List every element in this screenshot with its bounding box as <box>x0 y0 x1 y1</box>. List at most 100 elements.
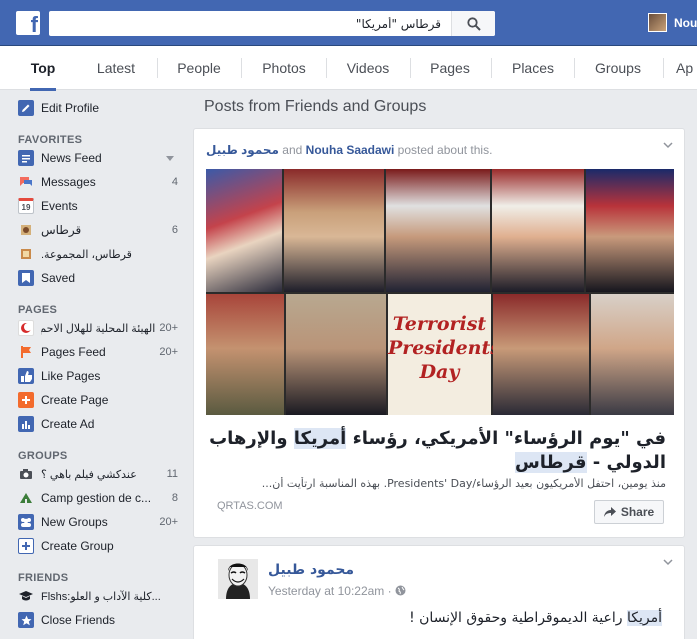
pages-heading: PAGES <box>18 304 58 316</box>
search-tabs: Top Latest People Photos Videos Pages Pl… <box>0 46 697 91</box>
portrait-image <box>206 169 282 292</box>
tab-videos[interactable]: Videos <box>334 46 402 90</box>
chevron-down-icon[interactable] <box>662 556 674 568</box>
sidebar-item-label: عندكشي فيلم باهي ؟ <box>41 468 137 481</box>
bar-chart-icon <box>18 416 34 432</box>
qirtas-count: 6 <box>171 224 178 236</box>
tab-pages[interactable]: Pages <box>418 46 482 90</box>
sidebar-item-label: Saved <box>41 271 76 285</box>
post-card: محمود طبيل Yesterday at 10:22am · أمريكا… <box>193 545 685 639</box>
portrait-image <box>492 169 584 292</box>
sidebar-item-create-page[interactable]: Create Page <box>18 390 178 410</box>
qirtas-group-icon <box>18 246 34 262</box>
caret-down-icon[interactable] <box>166 155 174 161</box>
sidebar-item-camp-gestion[interactable]: Camp gestion de c... 8 <box>18 488 178 508</box>
link-preview-image[interactable]: Terrorist Presidents' Day <box>206 169 674 415</box>
sidebar-item-flshs[interactable]: Flshs:كلية الآداب و العلو... <box>18 586 178 606</box>
search-box <box>49 11 495 36</box>
sidebar-item-film-group[interactable]: عندكشي فيلم باهي ؟ 11 <box>18 464 178 484</box>
image-caption: Terrorist Presidents' Day <box>388 313 507 383</box>
globe-icon <box>395 585 406 596</box>
portrait-image <box>286 294 386 415</box>
sidebar-item-label: Create Ad <box>41 417 95 431</box>
share-button[interactable]: Share <box>594 500 664 524</box>
facebook-logo-icon[interactable]: f <box>16 11 40 37</box>
sidebar-item-events[interactable]: 19 Events <box>18 196 178 216</box>
calendar-icon: 19 <box>18 198 34 214</box>
avatar[interactable] <box>218 559 258 599</box>
post-timestamp[interactable]: Yesterday at 10:22am · <box>268 584 406 598</box>
sidebar-item-label: Create Group <box>41 539 114 553</box>
pencil-icon <box>18 100 34 116</box>
sidebar-item-label: Events <box>41 199 78 213</box>
section-title: Posts from Friends and Groups <box>204 98 427 115</box>
messages-count: 4 <box>171 176 178 188</box>
sidebar-item-label: Messages <box>41 175 96 189</box>
top-bar: f Nouh <box>0 0 697 46</box>
tab-places[interactable]: Places <box>500 46 566 90</box>
create-group-icon <box>18 538 34 554</box>
tab-people[interactable]: People <box>164 46 234 90</box>
image-caption-panel: Terrorist Presidents' Day <box>388 294 507 415</box>
create-page-icon <box>18 392 34 408</box>
sidebar-item-saved[interactable]: Saved <box>18 268 178 288</box>
pages-feed-icon <box>18 344 34 360</box>
search-icon <box>466 16 481 31</box>
thumbs-up-icon <box>18 368 34 384</box>
sidebar-item-qirtas-group[interactable]: قرطاس، المجموعة. <box>18 244 178 264</box>
red-crescent-count: 20+ <box>159 322 178 334</box>
tab-groups[interactable]: Groups <box>584 46 652 90</box>
author-link[interactable]: محمود طبيل <box>206 143 279 157</box>
camp-icon <box>18 490 34 506</box>
news-feed-icon <box>18 150 34 166</box>
pages-feed-count: 20+ <box>159 346 178 358</box>
tab-apps[interactable]: Ap <box>676 46 697 90</box>
left-sidebar: Edit Profile FAVORITES News Feed Message… <box>0 90 192 639</box>
author-link[interactable]: Nouha Saadawi <box>306 143 395 157</box>
camp-gestion-count: 8 <box>171 492 178 504</box>
new-groups-count: 20+ <box>159 516 178 528</box>
author-link[interactable]: محمود طبيل <box>268 562 354 578</box>
sidebar-item-pages-feed[interactable]: Pages Feed 20+ <box>18 342 178 362</box>
sidebar-item-label: Like Pages <box>41 369 101 383</box>
tab-latest[interactable]: Latest <box>84 46 148 90</box>
sidebar-item-qirtas[interactable]: قرطاس 6 <box>18 220 178 240</box>
messages-icon <box>18 174 34 190</box>
favorites-heading: FAVORITES <box>18 134 83 146</box>
tab-top[interactable]: Top <box>18 46 68 91</box>
tab-photos[interactable]: Photos <box>250 46 318 90</box>
chevron-down-icon[interactable] <box>662 139 674 151</box>
link-domain: QRTAS.COM <box>217 500 283 512</box>
post-card: محمود طبيل and Nouha Saadawi posted abou… <box>193 128 685 538</box>
user-name-link[interactable]: Nouh <box>674 16 697 30</box>
sidebar-item-edit-profile[interactable]: Edit Profile <box>18 98 178 118</box>
portrait-image <box>493 294 589 415</box>
link-title[interactable]: في "يوم الرؤساء" الأمريكي، رؤساء أمريكا … <box>206 427 666 475</box>
sidebar-item-label: Create Page <box>41 393 109 407</box>
red-crescent-icon <box>18 320 34 336</box>
sidebar-item-label: Edit Profile <box>41 101 100 115</box>
portrait-image <box>586 169 674 292</box>
graduation-cap-icon <box>18 588 34 604</box>
sidebar-item-messages[interactable]: Messages 4 <box>18 172 178 192</box>
sidebar-item-label: قرطاس <box>41 223 82 237</box>
user-avatar[interactable] <box>648 13 667 32</box>
groups-icon <box>18 514 34 530</box>
sidebar-item-label: Flshs:كلية الآداب و العلو... <box>41 590 161 603</box>
sidebar-item-close-friends[interactable]: Close Friends <box>18 610 178 630</box>
sidebar-item-news-feed[interactable]: News Feed <box>18 148 178 168</box>
search-button[interactable] <box>451 11 495 36</box>
sidebar-item-label: News Feed <box>41 151 102 165</box>
sidebar-item-like-pages[interactable]: Like Pages <box>18 366 178 386</box>
qirtas-page-icon <box>18 222 34 238</box>
star-friends-icon <box>18 612 34 628</box>
sidebar-item-label: Close Friends <box>41 613 116 627</box>
camera-icon <box>18 466 34 482</box>
sidebar-item-create-ad[interactable]: Create Ad <box>18 414 178 434</box>
search-input[interactable] <box>49 11 449 36</box>
sidebar-item-create-group[interactable]: Create Group <box>18 536 178 556</box>
portrait-image <box>284 169 384 292</box>
sidebar-item-new-groups[interactable]: New Groups 20+ <box>18 512 178 532</box>
sidebar-item-red-crescent[interactable]: الهيئة المحلية للهلال الاحم 20+ <box>18 318 178 338</box>
share-icon <box>603 507 616 517</box>
